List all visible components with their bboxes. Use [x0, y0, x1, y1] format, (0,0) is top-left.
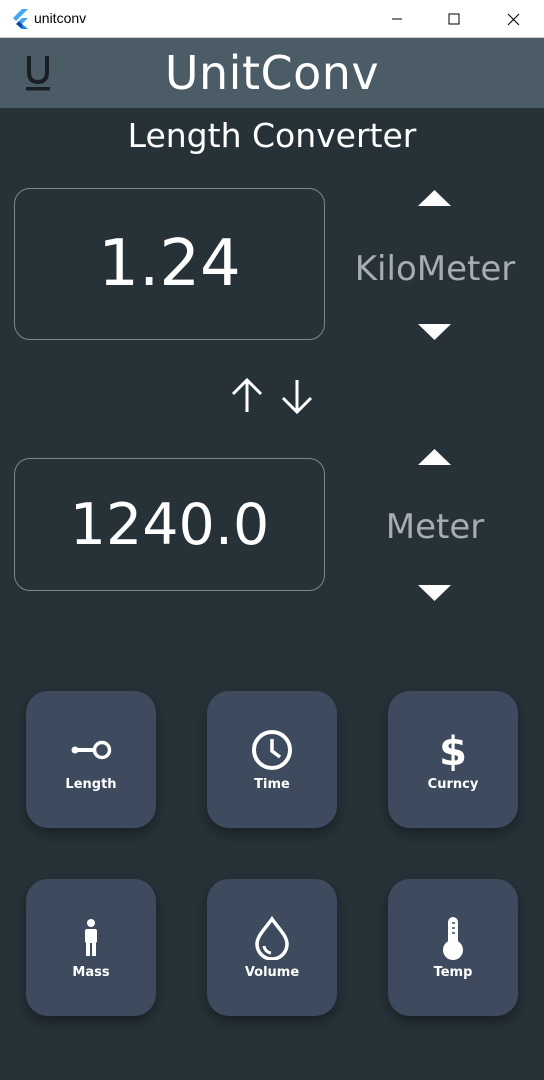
length-icon — [66, 725, 116, 775]
window-title: unitconv — [34, 10, 87, 26]
category-currency-button[interactable]: $ Curncy — [388, 691, 518, 828]
clock-icon — [247, 725, 297, 775]
svg-text:$: $ — [439, 729, 467, 772]
top-value: 1.24 — [98, 227, 241, 301]
category-volume-button[interactable]: Volume — [207, 879, 337, 1016]
close-icon — [507, 13, 519, 25]
top-unit-down-button[interactable] — [418, 324, 451, 340]
category-length-button[interactable]: Length — [26, 691, 156, 828]
top-unit-label: KiloMeter — [354, 249, 516, 289]
top-unit-up-button[interactable] — [418, 190, 451, 206]
category-label: Time — [254, 777, 290, 792]
arrow-down-icon[interactable] — [279, 376, 315, 416]
category-mass-button[interactable]: Mass — [26, 879, 156, 1016]
flutter-logo-icon — [13, 9, 28, 29]
category-time-button[interactable]: Time — [207, 691, 337, 828]
maximize-button[interactable] — [430, 0, 478, 38]
converter-title: Length Converter — [127, 116, 417, 155]
bottom-unit-up-button[interactable] — [418, 449, 451, 465]
category-label: Length — [65, 777, 117, 792]
bottom-value: 1240.0 — [69, 491, 270, 558]
thermometer-icon — [428, 913, 478, 963]
category-label: Curncy — [427, 777, 479, 792]
maximize-icon — [448, 13, 460, 25]
category-label: Temp — [433, 965, 473, 980]
category-label: Mass — [72, 965, 110, 980]
close-button[interactable] — [489, 0, 537, 38]
person-icon — [66, 913, 116, 963]
arrow-up-icon[interactable] — [229, 376, 265, 416]
app-bar: UnitConv — [0, 38, 544, 108]
app-title: UnitConv — [164, 46, 380, 100]
dollar-icon: $ — [428, 725, 478, 775]
window-titlebar: unitconv — [0, 0, 544, 38]
bottom-unit-down-button[interactable] — [418, 585, 451, 601]
minimize-icon — [392, 18, 402, 20]
top-value-field[interactable]: 1.24 — [14, 188, 325, 340]
bottom-value-field[interactable]: 1240.0 — [14, 458, 325, 591]
category-temp-button[interactable]: Temp — [388, 879, 518, 1016]
water-drop-icon — [247, 913, 297, 963]
minimize-button[interactable] — [373, 0, 421, 38]
category-label: Volume — [244, 965, 300, 980]
bottom-unit-label: Meter — [385, 507, 485, 547]
